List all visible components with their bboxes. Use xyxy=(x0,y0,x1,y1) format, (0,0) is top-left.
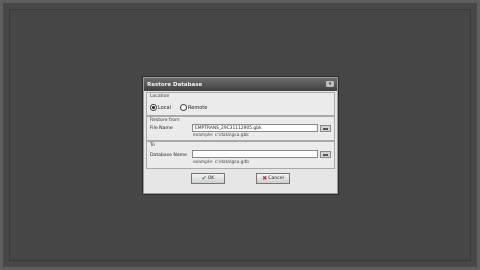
to-group-label: To xyxy=(150,143,155,148)
radio-remote[interactable]: Remote xyxy=(180,104,207,111)
to-group: To Database Name example: c:\data\gsa.gd… xyxy=(146,141,335,169)
radio-local[interactable]: Local xyxy=(150,104,171,111)
radio-remote-indicator[interactable] xyxy=(180,104,187,111)
file-browse-button[interactable] xyxy=(320,125,331,132)
file-name-input[interactable]: EMPTRANS_29C31112905.gbk xyxy=(192,124,318,132)
check-icon: ✔ xyxy=(201,175,207,182)
radio-local-label: Local xyxy=(158,104,171,111)
database-browse-button[interactable] xyxy=(320,151,331,158)
radio-remote-label: Remote xyxy=(188,104,208,111)
file-name-label: File Name xyxy=(150,126,173,131)
database-name-label: Database Name xyxy=(150,153,187,158)
restore-from-group: Restore from File Name EMPTRANS_29C31112… xyxy=(146,116,335,141)
dialog-menu-icon[interactable]: ▾ xyxy=(326,81,334,87)
ok-button-label: OK xyxy=(207,176,215,181)
file-name-example: example: c:\data\gsa.gbk xyxy=(193,133,249,138)
dialog-titlebar[interactable]: Restore Database ▾ xyxy=(144,78,337,91)
location-group-label: Location xyxy=(150,94,170,99)
x-icon: ✖ xyxy=(262,175,268,182)
location-group: Location Local Remote xyxy=(146,92,335,116)
restore-database-dialog: Restore Database ▾ Location Local Remote… xyxy=(143,77,338,194)
cancel-button-label: Cancel xyxy=(268,176,284,181)
database-name-input[interactable] xyxy=(192,150,318,158)
dialog-title: Restore Database xyxy=(147,82,203,88)
database-name-example: example: c:\data\gsa.gdb xyxy=(193,160,250,165)
restore-from-group-label: Restore from xyxy=(150,118,180,123)
cancel-button[interactable]: ✖ Cancel xyxy=(256,173,290,184)
ok-button[interactable]: ✔ OK xyxy=(191,173,225,184)
radio-local-indicator[interactable] xyxy=(150,104,157,111)
